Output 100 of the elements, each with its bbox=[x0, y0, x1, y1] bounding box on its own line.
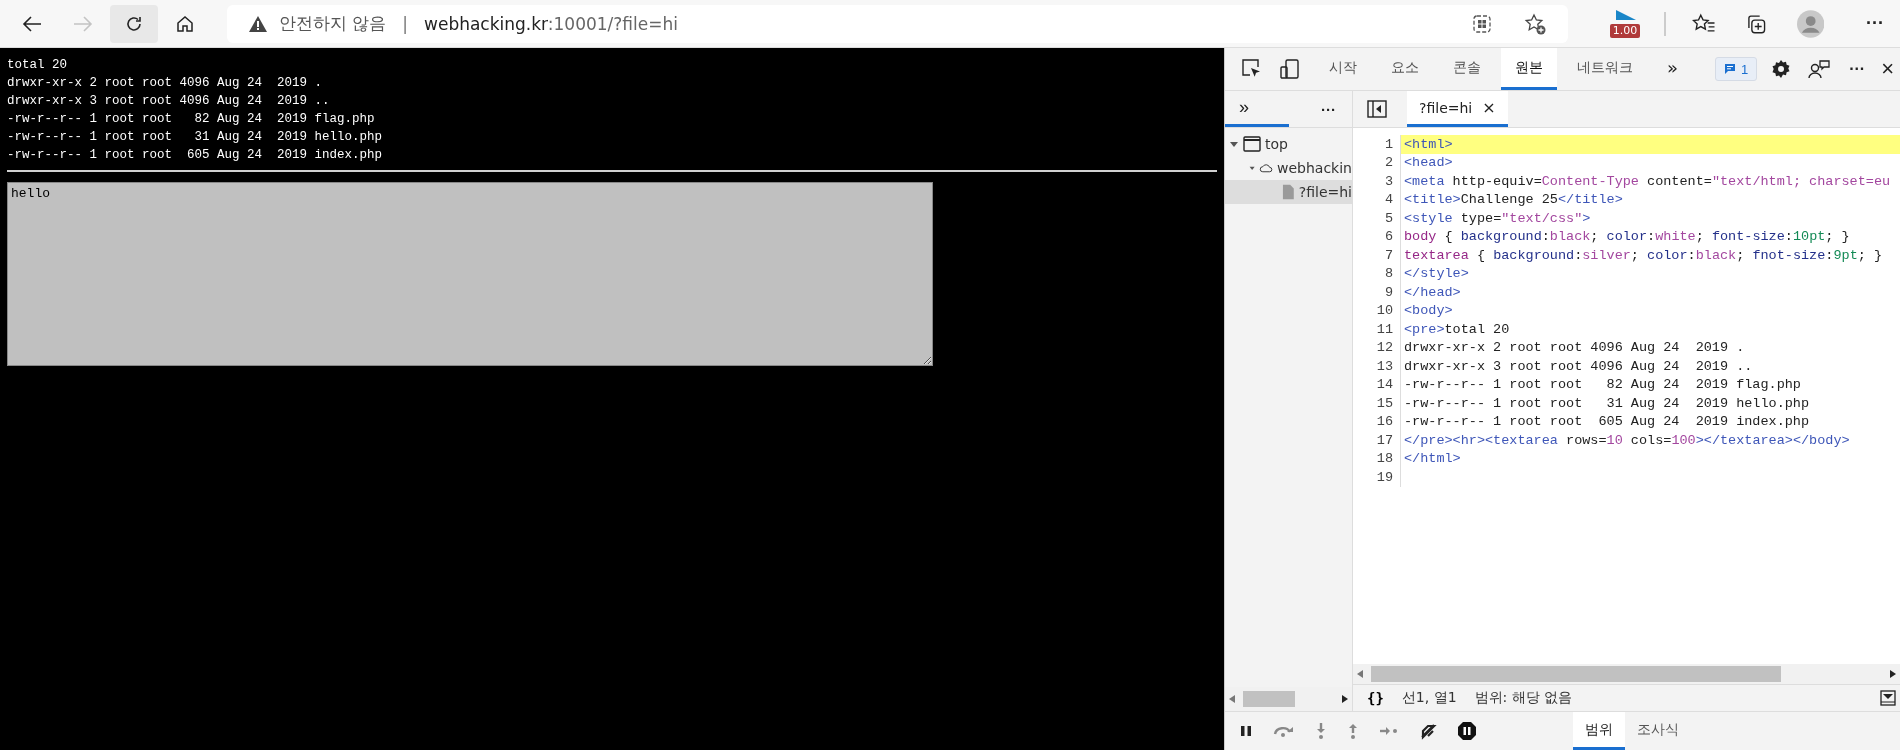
line-number: 17 bbox=[1353, 431, 1401, 450]
code-line: </head> bbox=[1403, 283, 1462, 302]
warning-icon bbox=[248, 15, 267, 32]
more-button[interactable]: ··· bbox=[1860, 12, 1890, 35]
devtools-tab[interactable]: 네트워크 bbox=[1563, 48, 1647, 90]
scroll-left-icon[interactable] bbox=[1357, 670, 1363, 678]
scroll-left-icon[interactable] bbox=[1229, 695, 1235, 703]
back-arrow-icon bbox=[20, 14, 43, 33]
code-line: <title>Challenge 25</title> bbox=[1403, 191, 1624, 209]
pause-icon[interactable] bbox=[1239, 724, 1253, 738]
file-icon bbox=[1282, 183, 1295, 201]
code-line: <style type="text/css"> bbox=[1403, 209, 1592, 228]
line-number: 15 bbox=[1353, 394, 1401, 413]
scope-status: 범위: 해당 없음 bbox=[1474, 689, 1573, 707]
step-over-icon[interactable] bbox=[1273, 724, 1295, 738]
scrollbar-thumb[interactable] bbox=[1243, 691, 1295, 707]
tree-label: ?file=hi bbox=[1298, 184, 1352, 200]
devtools-tab[interactable]: 콘솔 bbox=[1439, 48, 1495, 90]
file-tab[interactable]: ?file=hi × bbox=[1407, 91, 1508, 127]
scroll-right-icon[interactable] bbox=[1890, 670, 1896, 678]
line-number: 18 bbox=[1353, 449, 1401, 468]
code-line: </pre><hr><textarea rows=10 cols=100></textarea></body> bbox=[1403, 431, 1851, 450]
profile-avatar[interactable] bbox=[1796, 9, 1824, 38]
tree-item[interactable]: top bbox=[1225, 132, 1352, 156]
collections-icon[interactable] bbox=[1745, 12, 1767, 35]
directory-listing: total 20 drwxr-xr-x 2 root root 4096 Aug 24 2019 . drwxr-xr-x 3 root root 4096 Aug 24 2019 .. -rw-r--r-- 1 root root 82 Aug 24 2019 flag.php -rw-r--r-- 1 root root 31 Aug 24 2019 hello.php -rw-r--r-- 1 root root 605 Aug 24 2019 index.php bbox=[7, 57, 384, 164]
code-line: -rw-r--r-- 1 root root 82 Aug 24 2019 flag.php bbox=[1403, 376, 1802, 394]
frame-icon bbox=[1243, 136, 1261, 152]
code-line: <body> bbox=[1403, 302, 1454, 320]
device-icon[interactable] bbox=[1279, 58, 1301, 80]
refresh-button[interactable] bbox=[110, 4, 158, 43]
line-number: 14 bbox=[1353, 375, 1401, 394]
code-line: </style> bbox=[1403, 265, 1470, 283]
add-favorite-icon[interactable] bbox=[1524, 12, 1547, 35]
tree-label: webhackin bbox=[1277, 160, 1352, 176]
code-line: body { background:black; color:white; font-size:10pt; } bbox=[1403, 228, 1851, 246]
scroll-right-icon[interactable] bbox=[1342, 695, 1348, 703]
code-line: </html> bbox=[1403, 450, 1462, 468]
text-area[interactable]: hello bbox=[7, 182, 933, 366]
page-url: webhacking.kr:10001/?file=hi bbox=[424, 13, 678, 34]
line-number: 7 bbox=[1353, 246, 1401, 265]
step-out-icon[interactable] bbox=[1347, 722, 1359, 740]
forward-arrow-icon bbox=[71, 14, 94, 33]
more-tabs-button[interactable]: » bbox=[1653, 48, 1692, 90]
toggle-drawer-icon[interactable] bbox=[1880, 690, 1896, 706]
cursor-position: 선1, 열1 bbox=[1401, 689, 1457, 707]
code-line: drwxr-xr-x 3 root root 4096 Aug 24 2019 .. bbox=[1403, 357, 1754, 376]
scrollbar-thumb[interactable] bbox=[1371, 666, 1781, 682]
line-number: 4 bbox=[1353, 190, 1401, 209]
address-separator: | bbox=[402, 13, 408, 34]
format-button[interactable]: {} bbox=[1367, 690, 1384, 706]
issues-button[interactable]: 1 bbox=[1714, 57, 1758, 81]
code-line: -rw-r--r-- 1 root root 605 Aug 24 2019 index.php bbox=[1403, 413, 1811, 431]
devtools-tab[interactable]: 시작 bbox=[1315, 48, 1371, 90]
favorites-icon[interactable] bbox=[1691, 12, 1716, 35]
feedback-icon[interactable] bbox=[1807, 59, 1832, 79]
line-number: 5 bbox=[1353, 209, 1401, 228]
address-bar[interactable]: 안전하지 않음 | webhacking.kr:10001/?file=hi bbox=[226, 4, 1569, 43]
code-line: drwxr-xr-x 2 root root 4096 Aug 24 2019 . bbox=[1403, 339, 1746, 357]
code-line: <head> bbox=[1403, 154, 1454, 172]
sidebar-tab[interactable]: 조사식 bbox=[1625, 712, 1691, 750]
tree-item[interactable]: webhackin bbox=[1225, 156, 1352, 180]
deactivate-breakpoints-icon[interactable] bbox=[1419, 722, 1437, 740]
line-number: 2 bbox=[1353, 153, 1401, 172]
tree-item[interactable]: ?file=hi bbox=[1225, 180, 1352, 204]
code-line: <meta http-equiv=Content-Type content="text/html; charset=eu bbox=[1403, 172, 1892, 191]
expand-triangle-icon[interactable] bbox=[1229, 139, 1239, 149]
step-icon[interactable] bbox=[1379, 725, 1399, 737]
navigator-menu[interactable]: ··· bbox=[1315, 99, 1342, 119]
close-tab-button[interactable]: × bbox=[1482, 98, 1496, 117]
line-number: 12 bbox=[1353, 338, 1401, 357]
code-line: textarea { background:silver; color:black; fnot-size:9pt; } bbox=[1403, 246, 1884, 265]
line-number: 13 bbox=[1353, 357, 1401, 376]
line-number: 10 bbox=[1353, 301, 1401, 320]
devtools-tab[interactable]: 요소 bbox=[1377, 48, 1433, 90]
extension-badge: 1.00 bbox=[1609, 23, 1641, 38]
line-number: 19 bbox=[1353, 468, 1401, 487]
close-button[interactable]: × bbox=[1875, 55, 1900, 83]
toggle-navigator-icon[interactable] bbox=[1367, 100, 1387, 118]
code-line: <pre>total 20 bbox=[1403, 320, 1511, 339]
line-number: 9 bbox=[1353, 283, 1401, 302]
sidebar-tab[interactable]: 범위 bbox=[1573, 712, 1625, 750]
line-number: 8 bbox=[1353, 264, 1401, 283]
pause-on-exceptions-icon[interactable] bbox=[1457, 721, 1477, 741]
security-warning: 안전하지 않음 bbox=[278, 12, 387, 35]
settings-icon[interactable] bbox=[1771, 59, 1792, 79]
apps-icon[interactable] bbox=[1472, 13, 1493, 34]
code-line: -rw-r--r-- 1 root root 31 Aug 24 2019 hello.php bbox=[1403, 394, 1811, 413]
line-number: 16 bbox=[1353, 412, 1401, 431]
line-number: 6 bbox=[1353, 227, 1401, 246]
message-icon bbox=[1723, 63, 1736, 75]
step-into-icon[interactable] bbox=[1315, 722, 1327, 740]
home-icon bbox=[175, 13, 196, 34]
line-number: 11 bbox=[1353, 320, 1401, 339]
line-number: 3 bbox=[1353, 172, 1401, 191]
devtools-tab[interactable]: 원본 bbox=[1501, 48, 1557, 90]
tree-label: top bbox=[1265, 136, 1288, 152]
extension-button[interactable]: 1.00 bbox=[1608, 9, 1642, 38]
more-button[interactable]: ··· bbox=[1843, 59, 1872, 79]
navigator-tab[interactable]: » bbox=[1225, 91, 1289, 127]
